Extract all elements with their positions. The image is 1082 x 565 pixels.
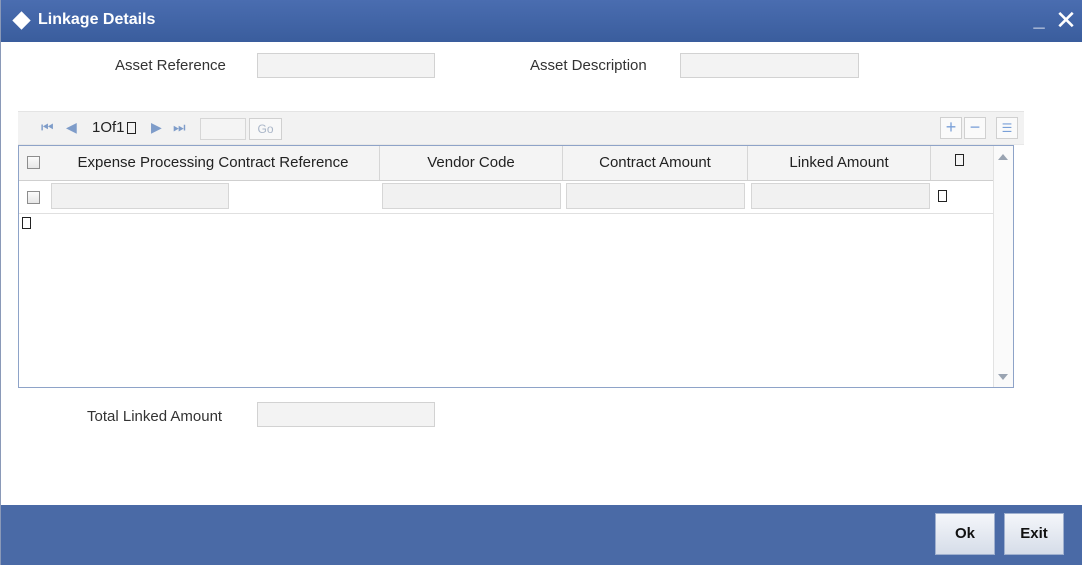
grid-toolbar xyxy=(18,111,1024,145)
placeholder-glyph-icon xyxy=(955,154,964,166)
placeholder-glyph-icon xyxy=(938,190,947,202)
total-linked-amount-label: Total Linked Amount xyxy=(87,408,223,425)
page-number-input[interactable] xyxy=(200,118,246,140)
close-button[interactable]: ✕ xyxy=(1053,6,1079,34)
linked-amount-input[interactable] xyxy=(751,183,930,209)
scroll-up-icon[interactable] xyxy=(998,154,1008,160)
grid-header: Expense Processing Contract Reference Ve… xyxy=(19,146,993,181)
footer-bar xyxy=(1,505,1082,565)
total-linked-amount-input[interactable] xyxy=(257,402,435,427)
placeholder-glyph-icon xyxy=(22,217,31,229)
exit-button[interactable]: Exit xyxy=(1004,513,1064,555)
contract-amount-input[interactable] xyxy=(566,183,745,209)
asset-reference-label: Asset Reference xyxy=(115,57,226,74)
contract-reference-input[interactable] xyxy=(51,183,229,209)
minimize-button[interactable]: _ xyxy=(1029,8,1049,32)
previous-page-icon[interactable]: ◀ xyxy=(66,118,77,136)
placeholder-glyph-icon xyxy=(126,122,136,134)
page-indicator: 1Of1 xyxy=(92,119,136,136)
title-bar: Linkage Details _ ✕ xyxy=(1,0,1082,42)
ok-button[interactable]: Ok xyxy=(935,513,995,555)
diamond-icon xyxy=(12,11,31,30)
page-indicator-text: 1Of1 xyxy=(92,119,125,136)
first-page-icon[interactable]: ⏮ xyxy=(41,118,54,136)
grid-vertical-scrollbar[interactable] xyxy=(993,146,1013,387)
linkage-grid: Expense Processing Contract Reference Ve… xyxy=(18,145,1014,388)
asset-description-input[interactable] xyxy=(680,53,859,78)
go-button[interactable]: Go xyxy=(249,118,282,140)
select-all-checkbox[interactable] xyxy=(27,156,40,169)
single-view-button[interactable]: ☰ xyxy=(996,117,1018,139)
column-header-linked-amount: Linked Amount xyxy=(748,146,931,180)
add-row-button[interactable]: + xyxy=(940,117,962,139)
delete-row-button[interactable]: − xyxy=(964,117,986,139)
table-row xyxy=(19,181,993,214)
last-page-icon[interactable]: ⏭ xyxy=(173,118,186,136)
scroll-down-icon[interactable] xyxy=(998,374,1008,380)
window-title: Linkage Details xyxy=(38,11,156,28)
column-header-vendor-code: Vendor Code xyxy=(380,146,563,180)
column-header-contract-amount: Contract Amount xyxy=(563,146,748,180)
row-select-checkbox[interactable] xyxy=(27,191,40,204)
linkage-details-window: Linkage Details _ ✕ Asset Reference Asse… xyxy=(0,0,1082,565)
asset-reference-input[interactable] xyxy=(257,53,435,78)
vendor-code-input[interactable] xyxy=(382,183,561,209)
asset-description-label: Asset Description xyxy=(530,57,647,74)
column-header-contract-reference: Expense Processing Contract Reference xyxy=(47,146,380,180)
next-page-icon[interactable]: ▶ xyxy=(151,118,162,136)
